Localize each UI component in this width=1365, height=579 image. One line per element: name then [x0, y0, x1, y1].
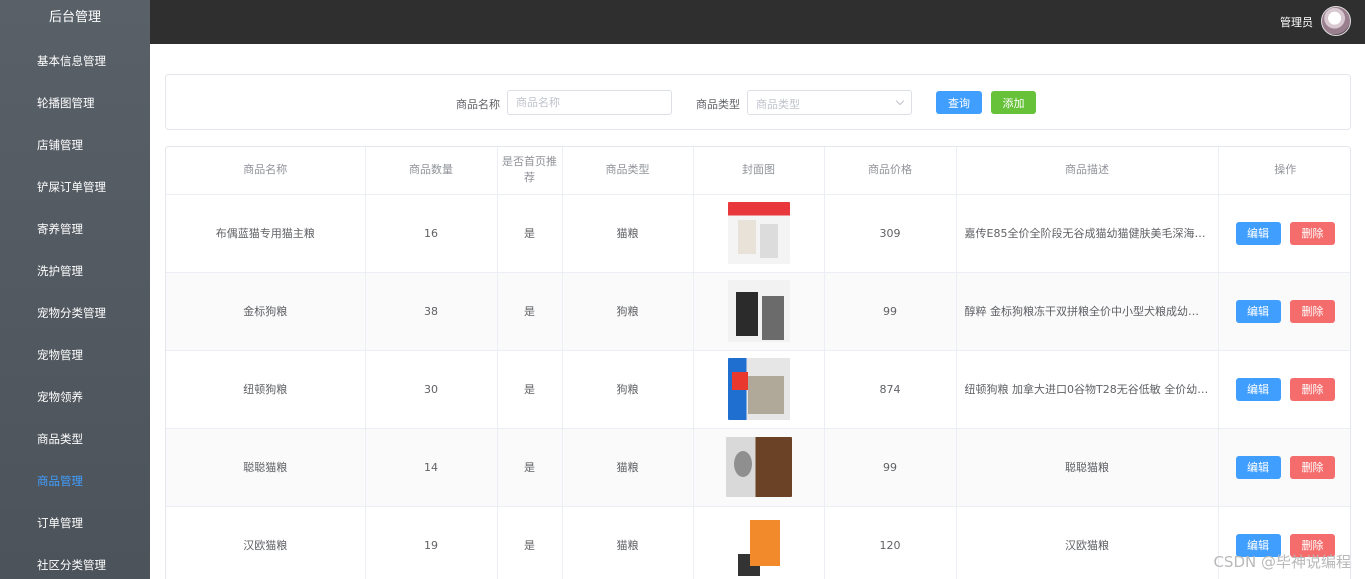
search-panel: 商品名称 商品类型 商品类型 查询 添加 [165, 74, 1351, 130]
cell-cover [693, 272, 825, 351]
cell-type: 狗粮 [562, 350, 694, 429]
cover-image[interactable] [727, 358, 790, 420]
delete-button[interactable]: 删除 [1290, 455, 1335, 479]
column-header-description[interactable]: 商品描述 [956, 147, 1219, 195]
query-button[interactable]: 查询 [936, 91, 982, 114]
product-name-input[interactable] [507, 90, 672, 115]
sidebar-menu: 基本信息管理 轮播图管理 店铺管理 铲屎订单管理 寄养管理 洗护管理 宠物分类管… [0, 40, 150, 579]
cell-type: 猫粮 [562, 194, 694, 273]
table-header-row: 商品名称 商品数量 是否首页推荐 商品类型 封面图 商品价格 商品描述 操作 [166, 147, 1350, 195]
product-type-placeholder: 商品类型 [756, 98, 800, 111]
cell-actions: 编辑 删除 [1218, 428, 1350, 507]
product-type-select[interactable]: 商品类型 [747, 90, 912, 115]
user-name[interactable]: 管理员 [1280, 14, 1313, 30]
edit-button[interactable]: 编辑 [1235, 455, 1281, 479]
cell-description: 嘉传E85全价全阶段无谷成猫幼猫健肤美毛深海鱼... [956, 194, 1219, 273]
sidebar-title: 后台管理 [48, 10, 101, 25]
cell-price: 99 [824, 428, 957, 507]
cell-price: 99 [824, 272, 957, 351]
cover-image[interactable] [725, 437, 792, 497]
column-header-cover[interactable]: 封面图 [693, 147, 825, 195]
column-header-quantity[interactable]: 商品数量 [365, 147, 498, 195]
sidebar-item-boarding[interactable]: 寄养管理 [0, 208, 150, 250]
table-row: 金标狗粮 38 是 狗粮 99 醇粹 金标狗粮冻干双拼粮全价中小型犬粮成幼犬通.… [166, 272, 1350, 351]
sidebar: 后台管理 基本信息管理 轮播图管理 店铺管理 铲屎订单管理 寄养管理 洗护管理 … [0, 0, 150, 579]
cell-cover [693, 350, 825, 429]
column-header-price[interactable]: 商品价格 [824, 147, 957, 195]
table-row: 纽顿狗粮 30 是 狗粮 874 纽顿狗粮 加拿大进口0谷物T28无谷低敏 全价… [166, 350, 1350, 429]
column-header-actions: 操作 [1218, 147, 1350, 195]
table-row: 聪聪猫粮 14 是 猫粮 99 聪聪猫粮 编辑 删除 [166, 428, 1350, 507]
cell-name: 布偶蓝猫专用猫主粮 [166, 194, 366, 273]
product-table: 商品名称 商品数量 是否首页推荐 商品类型 封面图 商品价格 商品描述 操作 布… [166, 147, 1350, 579]
cell-price: 120 [824, 506, 957, 579]
cell-description: 聪聪猫粮 [956, 428, 1219, 507]
cell-cover [693, 194, 825, 273]
edit-button[interactable]: 编辑 [1235, 377, 1281, 401]
cell-price: 309 [824, 194, 957, 273]
cell-name: 纽顿狗粮 [166, 350, 366, 429]
sidebar-item-community-categories[interactable]: 社区分类管理 [0, 544, 150, 579]
cell-description: 醇粹 金标狗粮冻干双拼粮全价中小型犬粮成幼犬通... [956, 272, 1219, 351]
table-row: 布偶蓝猫专用猫主粮 16 是 猫粮 309 嘉传E85全价全阶段无谷成猫幼猫健肤… [166, 194, 1350, 273]
cell-type: 猫粮 [562, 506, 694, 579]
cover-image[interactable] [727, 280, 790, 342]
cell-quantity: 30 [365, 350, 498, 429]
edit-button[interactable]: 编辑 [1235, 221, 1281, 245]
cell-recommend: 是 [497, 272, 563, 351]
name-label: 商品名称 [456, 98, 500, 111]
delete-button[interactable]: 删除 [1290, 299, 1335, 323]
top-bar: 管理员 [150, 0, 1365, 44]
watermark: CSDN @毕神说编程 [1213, 553, 1351, 571]
cell-recommend: 是 [497, 428, 563, 507]
cell-cover [693, 428, 825, 507]
column-header-type[interactable]: 商品类型 [562, 147, 694, 195]
cell-name: 聪聪猫粮 [166, 428, 366, 507]
cell-name: 汉欧猫粮 [166, 506, 366, 579]
table-row: 汉欧猫粮 19 是 猫粮 120 汉欧猫粮 编辑 删除 [166, 506, 1350, 579]
cell-description: 纽顿狗粮 加拿大进口0谷物T28无谷低敏 全价幼犬... [956, 350, 1219, 429]
sidebar-item-service-orders[interactable]: 铲屎订单管理 [0, 166, 150, 208]
cell-actions: 编辑 删除 [1218, 194, 1350, 273]
cell-cover [693, 506, 825, 579]
cell-recommend: 是 [497, 506, 563, 579]
chevron-down-icon [895, 96, 905, 106]
sidebar-item-grooming[interactable]: 洗护管理 [0, 250, 150, 292]
cell-description: 汉欧猫粮 [956, 506, 1219, 579]
sidebar-item-products[interactable]: 商品管理 [0, 460, 150, 502]
edit-button[interactable]: 编辑 [1235, 299, 1281, 323]
cover-image[interactable] [727, 202, 790, 264]
cell-recommend: 是 [497, 350, 563, 429]
cell-actions: 编辑 删除 [1218, 350, 1350, 429]
cell-price: 874 [824, 350, 957, 429]
main-content: 商品名称 商品类型 商品类型 查询 添加 商品名称 商品数量 是否首页推荐 商品… [150, 44, 1365, 579]
delete-button[interactable]: 删除 [1290, 377, 1335, 401]
column-header-recommend[interactable]: 是否首页推荐 [497, 147, 563, 195]
cell-quantity: 16 [365, 194, 498, 273]
cover-image[interactable] [727, 514, 790, 576]
avatar[interactable] [1321, 6, 1351, 36]
cell-type: 狗粮 [562, 272, 694, 351]
sidebar-item-pet-categories[interactable]: 宠物分类管理 [0, 292, 150, 334]
sidebar-item-orders[interactable]: 订单管理 [0, 502, 150, 544]
sidebar-item-shops[interactable]: 店铺管理 [0, 124, 150, 166]
cell-quantity: 19 [365, 506, 498, 579]
sidebar-item-carousel[interactable]: 轮播图管理 [0, 82, 150, 124]
sidebar-item-basic-info[interactable]: 基本信息管理 [0, 40, 150, 82]
cell-quantity: 14 [365, 428, 498, 507]
sidebar-item-pets[interactable]: 宠物管理 [0, 334, 150, 376]
sidebar-item-adoption[interactable]: 宠物领养 [0, 376, 150, 418]
add-button[interactable]: 添加 [991, 91, 1036, 114]
cell-name: 金标狗粮 [166, 272, 366, 351]
cell-recommend: 是 [497, 194, 563, 273]
cell-quantity: 38 [365, 272, 498, 351]
product-table-panel: 商品名称 商品数量 是否首页推荐 商品类型 封面图 商品价格 商品描述 操作 布… [165, 146, 1351, 579]
cell-type: 猫粮 [562, 428, 694, 507]
delete-button[interactable]: 删除 [1290, 221, 1335, 245]
column-header-name[interactable]: 商品名称 [166, 147, 366, 195]
cell-actions: 编辑 删除 [1218, 272, 1350, 351]
type-label: 商品类型 [696, 98, 740, 111]
sidebar-item-product-types[interactable]: 商品类型 [0, 418, 150, 460]
